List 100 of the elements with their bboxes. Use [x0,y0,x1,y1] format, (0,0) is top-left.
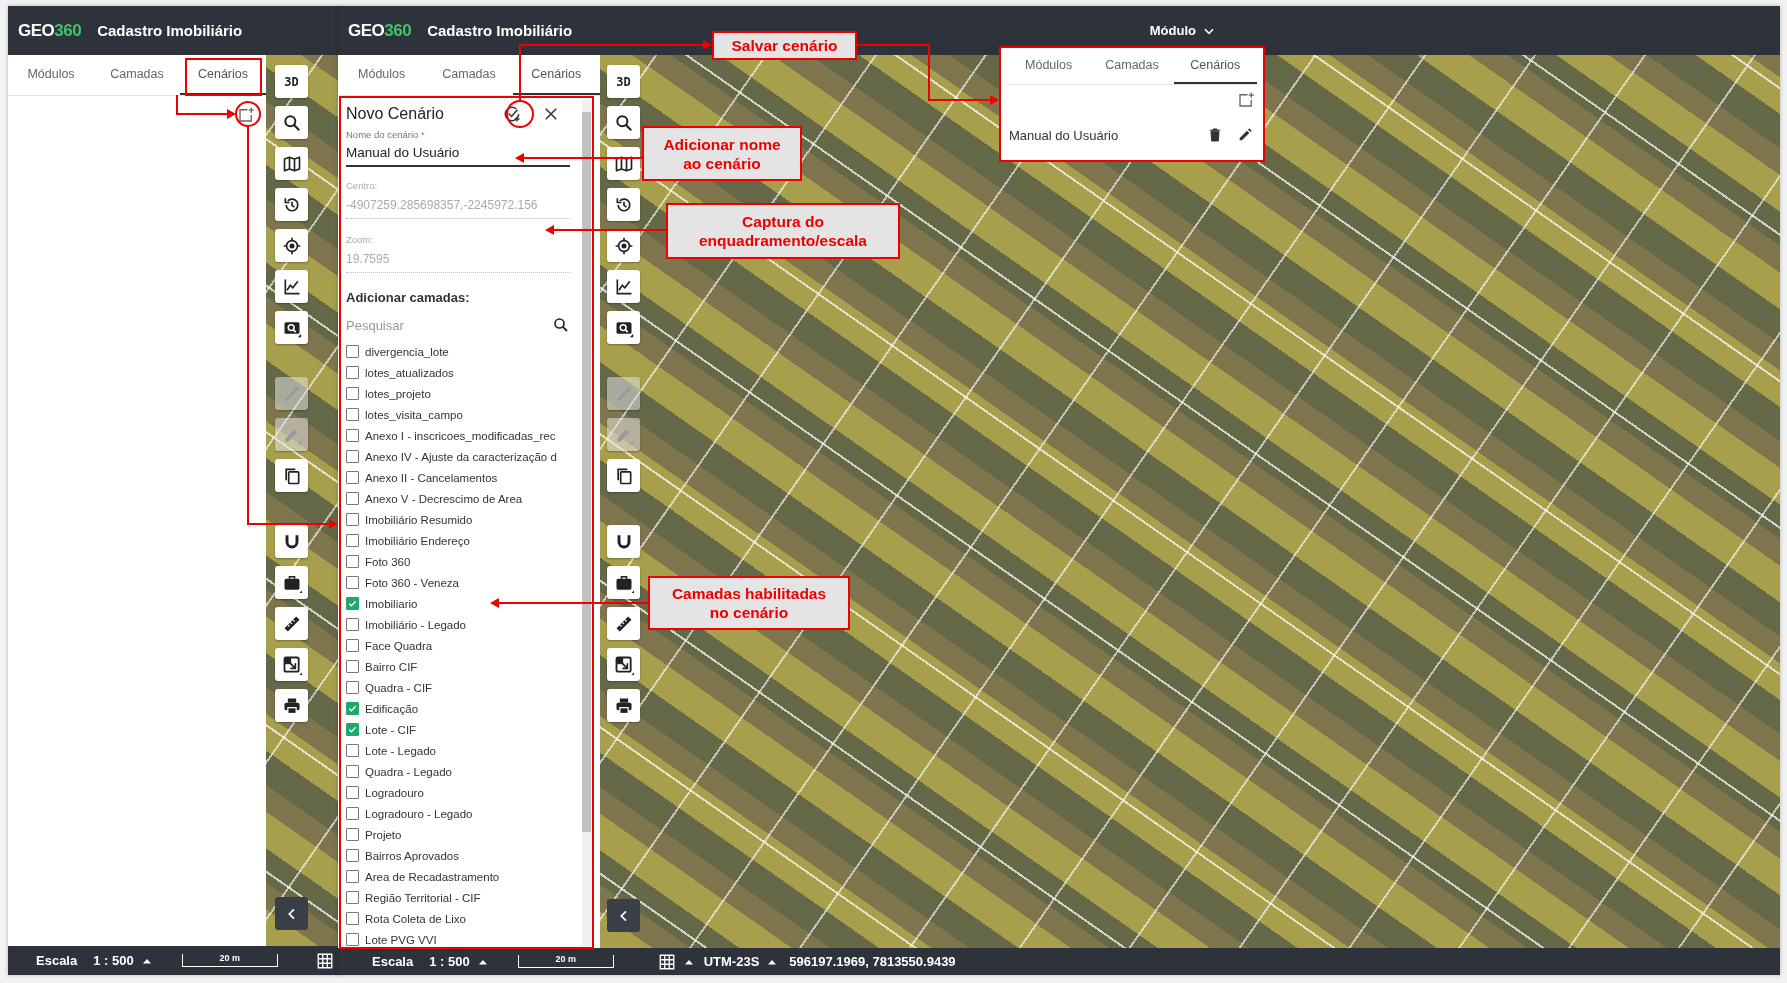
scale-bar: 20 m [181,954,278,967]
checkbox[interactable] [346,618,359,631]
leader-arrow [176,94,236,119]
checkbox[interactable] [346,702,359,715]
map-tool-button[interactable] [275,147,308,180]
layer-label: Rota Coleta de Lixo [365,912,466,925]
magnet-tool-button[interactable] [607,525,640,558]
close-icon [542,105,560,123]
checkbox[interactable] [346,660,359,673]
add-frame-icon [1237,91,1255,109]
name-input-field[interactable]: Manual do Usuário [346,141,570,167]
checkbox[interactable] [346,408,359,421]
collapse-button[interactable] [275,897,308,930]
checkbox[interactable] [346,849,359,862]
search-tool-button[interactable] [607,106,640,139]
layer-label: Lote PVG VVI [365,933,437,946]
checkbox[interactable] [346,387,359,400]
field-label: Zoom: [346,233,374,247]
highlight-circle [506,100,534,128]
checkbox[interactable] [346,912,359,925]
layer-label: lotes_atualizados [365,366,454,379]
checkbox[interactable] [346,870,359,883]
checkbox[interactable] [346,744,359,757]
3d-view-button[interactable]: 3D [275,65,308,98]
checkbox[interactable] [346,492,359,505]
scale-label: Escala [36,953,78,968]
panel-tab[interactable]: Módulos [8,55,94,95]
section-heading: Adicionar camadas: [346,289,471,307]
checkbox[interactable] [346,723,359,736]
checkbox[interactable] [346,681,359,694]
export-tool-button[interactable] [607,648,640,681]
checkbox[interactable] [346,639,359,652]
checkbox[interactable] [346,429,359,442]
layer-label: Imobiliário - Legado [365,618,466,631]
copy-tool-button[interactable] [607,459,640,492]
collapse-button[interactable] [607,899,640,932]
zoombox-tool-button[interactable] [607,311,640,344]
panel-tab[interactable]: Camadas [425,55,513,95]
checkmark-icon [347,598,358,609]
locate-tool-button[interactable] [607,229,640,262]
layer-label: Quadra - CIF [365,681,433,694]
checkbox[interactable] [346,576,359,589]
layer-label: Foto 360 - Veneza [365,576,459,589]
print-tool-button[interactable] [275,689,308,722]
copy-tool-button[interactable] [275,459,308,492]
checkbox[interactable] [346,891,359,904]
history-tool-button[interactable] [607,188,640,221]
layer-label: Lote - Legado [365,744,436,757]
briefcase-tool-button[interactable] [275,566,308,599]
checkbox[interactable] [346,471,359,484]
checkbox[interactable] [346,786,359,799]
export-tool-button[interactable] [275,648,308,681]
search-field[interactable]: Pesquisar [346,317,552,333]
checkbox[interactable] [346,807,359,820]
search-tool-button[interactable] [275,106,308,139]
3d-view-button[interactable]: 3D [607,65,640,98]
ruler-tool-button[interactable] [275,607,308,640]
layer-label: Logradouro - Legado [365,807,473,820]
checkbox[interactable] [346,513,359,526]
panel-tab[interactable]: Módulos [1007,48,1091,84]
app-title: Cadastro Imobiliário [427,22,573,39]
scenario-name[interactable]: Manual do Usuário [1009,127,1195,143]
checkbox[interactable] [346,345,359,358]
coordinates-readout: 596197.1969, 7813550.9439 [789,954,956,969]
checkbox[interactable] [346,597,359,610]
checkbox[interactable] [346,366,359,379]
panel-tab[interactable]: Camadas [1090,48,1174,84]
checkbox[interactable] [346,534,359,547]
layer-label: Projeto [365,828,402,841]
chart-tool-button[interactable] [275,270,308,303]
magnet-tool-button[interactable] [275,525,308,558]
print-tool-button[interactable] [607,689,640,722]
panel-tab[interactable]: Cenários [1173,48,1257,84]
zoom-field: 19.7595 [346,247,570,273]
checkmark-icon [347,703,358,714]
highlight-circle [235,101,261,127]
search-icon[interactable] [552,316,570,334]
chart-tool-button[interactable] [607,270,640,303]
checkbox[interactable] [346,933,359,946]
checkbox[interactable] [346,765,359,778]
scrollbar[interactable] [582,100,591,946]
history-tool-button[interactable] [275,188,308,221]
checkbox[interactable] [346,450,359,463]
layer-label: Anexo II - Cancelamentos [365,471,498,484]
field-label: Centro: [346,179,379,193]
checkbox[interactable] [346,555,359,568]
locate-tool-button[interactable] [275,229,308,262]
checkmark-icon [347,724,358,735]
map-tool-button[interactable] [607,147,640,180]
pencil-icon [1237,127,1253,143]
zoombox-tool-button[interactable] [275,311,308,344]
panel-tab[interactable]: Módulos [338,55,426,95]
layer-label: Face Quadra [365,639,433,652]
layer-label: Anexo I - inscricoes_modificadas_rec [365,429,556,442]
briefcase-tool-button[interactable] [607,566,640,599]
checkbox[interactable] [346,828,359,841]
panel-tab[interactable]: Camadas [94,55,180,95]
ruler-tool-button[interactable] [607,607,640,640]
layer-label: Imobiliário Resumido [365,513,473,526]
module-menu[interactable]: Módulo [1145,21,1220,40]
